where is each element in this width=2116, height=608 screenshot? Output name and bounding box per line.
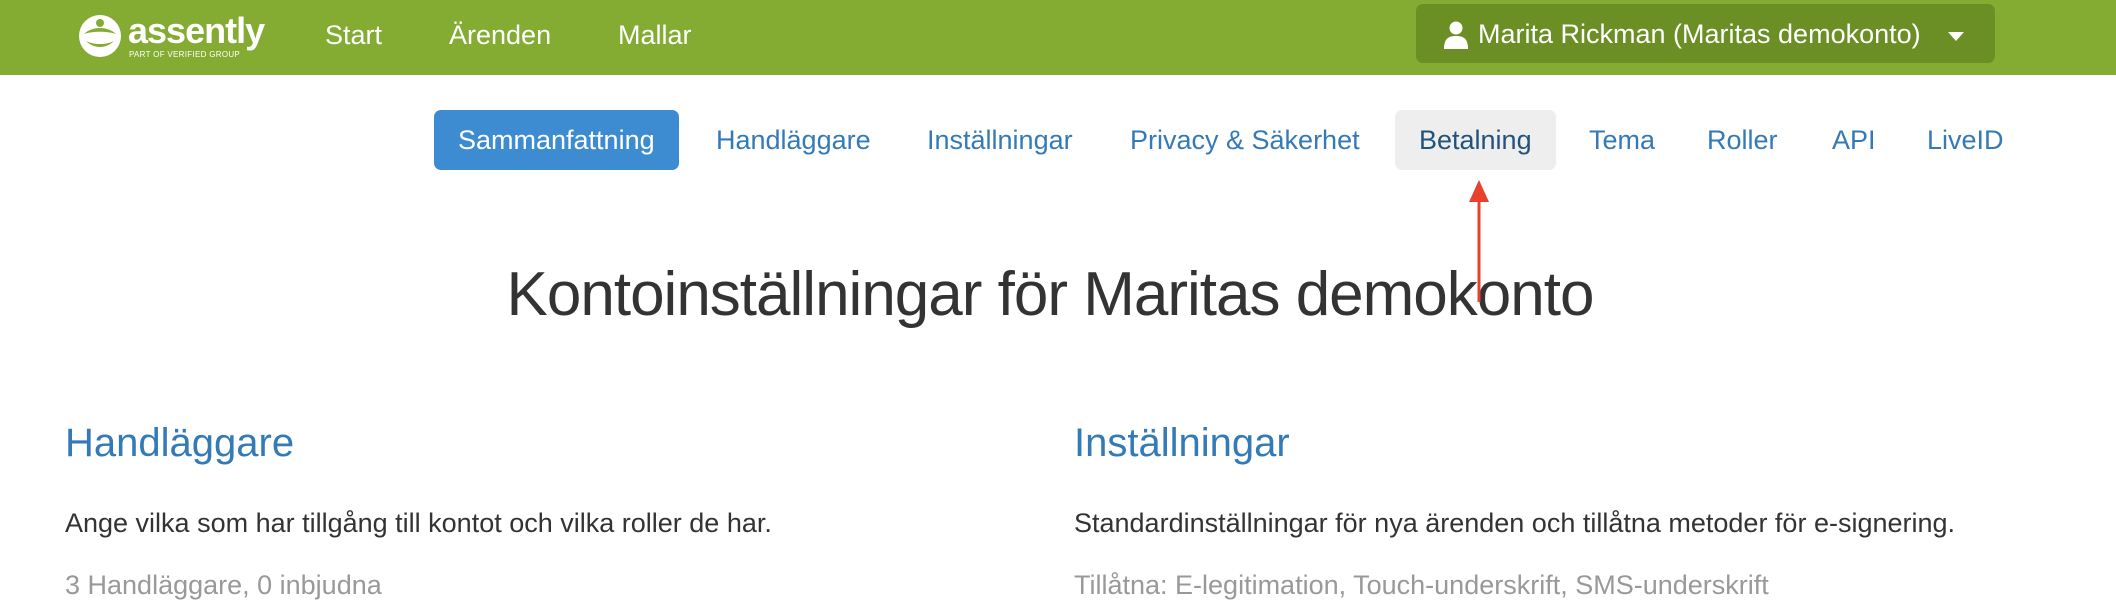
tab-roller[interactable]: Roller [1707,110,1778,170]
brand-name: assently [128,10,265,51]
page-title: Kontoinställningar för Maritas demokonto [506,260,1595,329]
tab-installningar[interactable]: Inställningar [927,110,1073,170]
top-navbar: assently PART OF VERIFIED GROUP Start Är… [0,0,2116,75]
section-meta-handlaggare: 3 Handläggare, 0 inbjudna [65,570,382,600]
user-menu-label: Marita Rickman (Maritas demokonto) [1478,19,1921,49]
user-icon [1444,21,1468,49]
user-menu-button[interactable]: Marita Rickman (Maritas demokonto) [1416,4,1995,63]
tab-liveid[interactable]: LiveID [1927,110,2004,170]
annotation-arrow-icon [1469,180,1489,302]
section-description-installningar: Standardinställningar för nya ärenden oc… [1074,508,1956,538]
brand-logo[interactable]: assently PART OF VERIFIED GROUP [78,10,278,64]
tab-tema[interactable]: Tema [1589,110,1655,170]
tab-api[interactable]: API [1832,110,1876,170]
tab-sammanfattning[interactable]: Sammanfattning [434,110,679,170]
section-meta-installningar: Tillåtna: E-legitimation, Touch-underskr… [1074,570,1769,600]
caret-down-icon [1948,32,1964,41]
topnav-mallar[interactable]: Mallar [618,18,692,52]
topnav-arenden[interactable]: Ärenden [449,18,551,52]
tab-betalning[interactable]: Betalning [1395,110,1556,170]
section-description-handlaggare: Ange vilka som har tillgång till kontot … [65,508,772,538]
topnav-start[interactable]: Start [325,18,382,52]
tab-privacy-sakerhet[interactable]: Privacy & Säkerhet [1130,110,1360,170]
assently-logo-mark-icon [79,15,121,57]
section-title-installningar[interactable]: Inställningar [1074,418,1290,468]
section-title-handlaggare[interactable]: Handläggare [65,418,294,468]
tab-handlaggare[interactable]: Handläggare [716,110,871,170]
brand-tagline: PART OF VERIFIED GROUP [129,50,241,59]
